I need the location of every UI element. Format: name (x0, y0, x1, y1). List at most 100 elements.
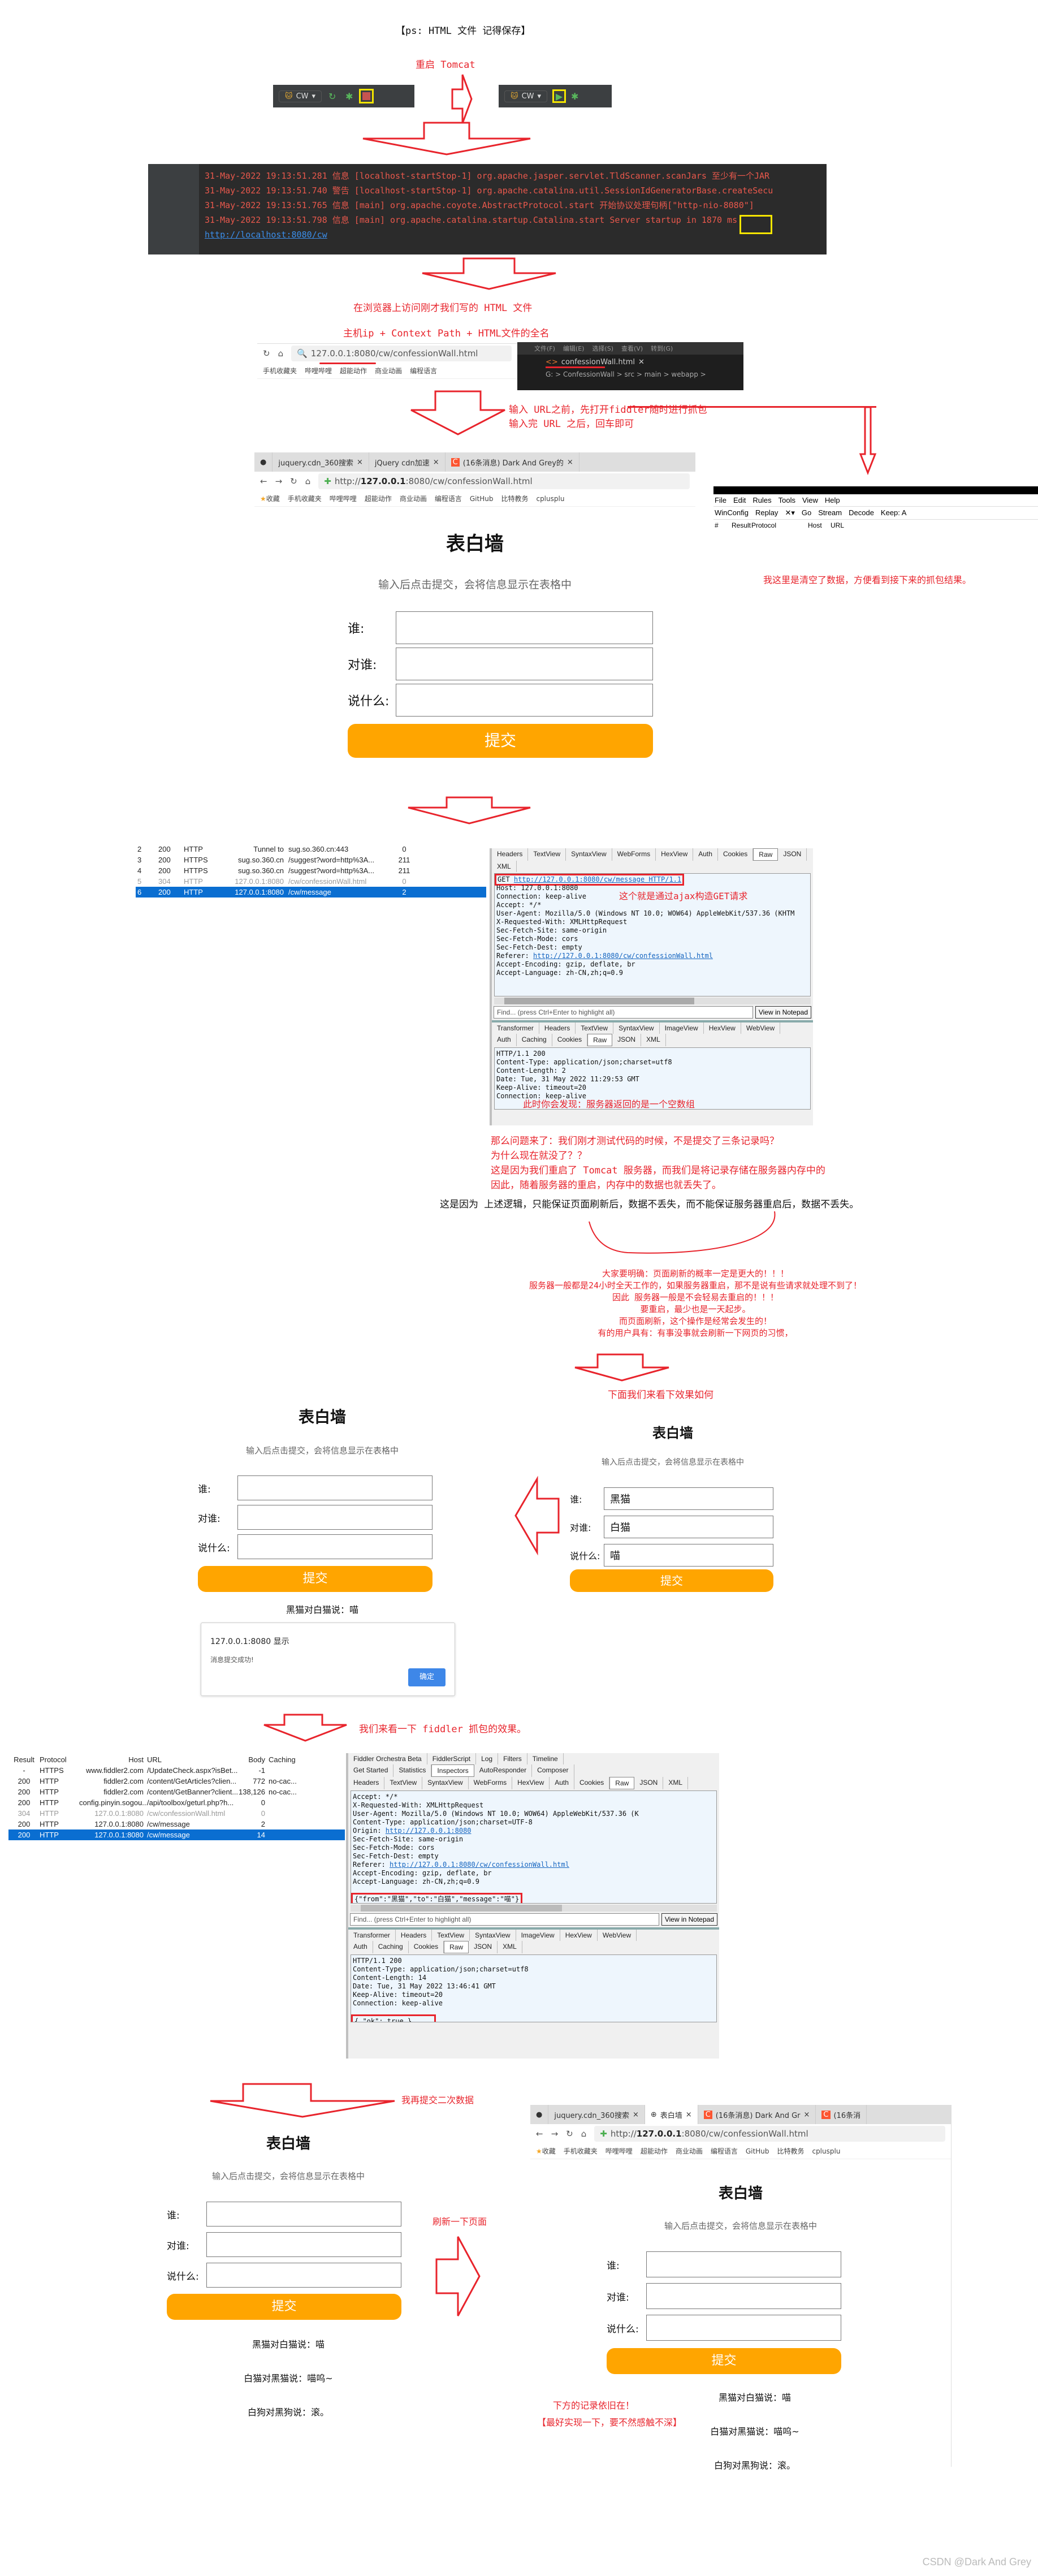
menu-select[interactable]: 选择(S) (592, 344, 613, 353)
tab-xml[interactable]: XML (492, 861, 517, 872)
debug-icon[interactable]: ✱ (345, 91, 356, 102)
submit-button[interactable]: 提交 (570, 1569, 773, 1592)
back-icon[interactable]: ← (536, 2129, 543, 2139)
submit-button[interactable]: 提交 (607, 2348, 841, 2374)
session-row[interactable]: 3 200 HTTPS sug.so.360.cn/suggest?word=http… (136, 855, 486, 865)
message-input[interactable] (206, 2263, 401, 2288)
tab-caching[interactable]: Caching (517, 1034, 552, 1046)
debug-icon[interactable]: ✱ (571, 91, 581, 102)
menu-file[interactable]: 文件(F) (534, 344, 555, 353)
tab-inspectors[interactable]: Inspectors (431, 1764, 474, 1777)
tab-headers[interactable]: Headers (396, 1930, 432, 1941)
close-icon[interactable]: × (804, 2111, 810, 2119)
tab-textview[interactable]: TextView (384, 1777, 423, 1789)
editor-tab[interactable]: <> confessionWall.html ✕ (517, 355, 743, 366)
to-input[interactable] (646, 2283, 841, 2309)
tab-textview[interactable]: TextView (432, 1930, 470, 1941)
menu-file[interactable]: File (715, 496, 726, 504)
tab-caching[interactable]: Caching (373, 1941, 409, 1953)
reload-icon[interactable]: ↻ (328, 91, 339, 102)
bookmark[interactable]: 编程语言 (435, 494, 462, 503)
submit-button[interactable]: 提交 (198, 1566, 432, 1592)
menu-help[interactable]: Help (825, 496, 840, 504)
message-input[interactable] (396, 684, 653, 717)
to-input[interactable] (237, 1505, 432, 1530)
from-input[interactable] (396, 611, 653, 644)
bookmark[interactable]: 超能动作 (641, 2146, 668, 2156)
close-icon[interactable]: × (633, 2111, 639, 2119)
menu-tools[interactable]: Tools (778, 496, 795, 504)
tab-cookies[interactable]: Cookies (718, 848, 754, 861)
tab-webforms[interactable]: WebForms (612, 848, 656, 861)
session-row[interactable]: 200 HTTP 127.0.0.1:8080/cw/message 2 (8, 1819, 345, 1829)
address-bar[interactable]: ✚ http://127.0.0.1:8080/cw/confessionWall… (318, 473, 690, 489)
bookmark[interactable]: 哔哩哔哩 (606, 2146, 633, 2156)
request-url-link[interactable]: http://127.0.0.1:8080/cw/message HTTP/1.… (514, 875, 681, 883)
tab-raw[interactable]: Raw (753, 848, 778, 861)
refresh-icon[interactable]: ↻ (290, 476, 297, 486)
horizontal-scrollbar[interactable] (494, 998, 811, 1004)
tab-fiddler-orchestra-beta[interactable]: Fiddler Orchestra Beta (348, 1753, 427, 1764)
bookmark[interactable]: 商业动画 (375, 366, 402, 376)
to-input[interactable]: 白猫 (604, 1516, 773, 1538)
close-icon[interactable]: × (357, 458, 363, 467)
menu-edit[interactable]: Edit (733, 496, 746, 504)
tab-csdn[interactable]: C (16条消 (816, 2105, 867, 2124)
submit-button[interactable]: 提交 (348, 724, 653, 758)
tab-imageview[interactable]: ImageView (516, 1930, 560, 1941)
close-icon[interactable]: × (567, 458, 573, 467)
keep-select[interactable]: Keep: A (881, 508, 907, 517)
find-input[interactable]: Find... (press Ctrl+Enter to highlight a… (350, 1913, 659, 1926)
tab-jquery[interactable]: jQuery cdn加速 × (369, 452, 446, 472)
bookmark[interactable]: 编程语言 (410, 366, 437, 376)
bookmark[interactable]: 商业动画 (676, 2146, 703, 2156)
tab-raw[interactable]: Raw (444, 1941, 469, 1953)
tab-json[interactable]: JSON (612, 1034, 642, 1046)
tab-webforms[interactable]: WebForms (469, 1777, 513, 1789)
session-row[interactable]: 304 HTTP 127.0.0.1:8080/cw/confessionWall.… (8, 1808, 345, 1819)
tab-hexview[interactable]: HexView (560, 1930, 598, 1941)
bookmark[interactable]: 比特教务 (777, 2146, 804, 2156)
tab-headers[interactable]: Headers (492, 848, 529, 861)
from-input[interactable]: 黑猫 (604, 1487, 773, 1510)
winconfig-button[interactable]: WinConfig (715, 508, 749, 517)
tab-webview[interactable]: WebView (598, 1930, 637, 1941)
tab-auth[interactable]: Auth (550, 1777, 574, 1789)
home-icon[interactable]: ⌂ (305, 476, 311, 486)
tab-search[interactable]: juquery.cdn_360搜索 × (273, 452, 369, 472)
run-config-select[interactable]: 🐱 CW ▾ (504, 90, 548, 102)
menu-rules[interactable]: Rules (752, 496, 771, 504)
horizontal-scrollbar[interactable] (351, 1905, 717, 1911)
find-input[interactable]: Find... (press Ctrl+Enter to highlight a… (494, 1006, 753, 1019)
session-row[interactable]: 200 HTTP fiddler2.com/content/GetBanner?cl… (8, 1787, 345, 1797)
tab-fiddlerscript[interactable]: FiddlerScript (427, 1753, 477, 1764)
bookmark[interactable]: 商业动画 (400, 494, 427, 503)
session-row[interactable]: 5 304 HTTP 127.0.0.1:8080/cw/confessionWall… (136, 876, 486, 887)
tab-auth[interactable]: Auth (693, 848, 718, 861)
session-row[interactable]: 200 HTTP 127.0.0.1:8080/cw/message 14 (8, 1829, 345, 1840)
stream-button[interactable]: Stream (818, 508, 842, 517)
referer-link[interactable]: http://127.0.0.1:8080/cw/confessionWall.… (533, 952, 713, 960)
tab-csdn[interactable]: C (16条消息) Dark And Gr × (698, 2105, 816, 2124)
run-button[interactable]: ▶ (552, 89, 566, 103)
localhost-link[interactable]: http://localhost:8080/cw (205, 227, 773, 242)
tab-textview[interactable]: TextView (576, 1022, 614, 1034)
from-input[interactable] (237, 1475, 432, 1500)
go-button[interactable]: Go (802, 508, 811, 517)
address-bar[interactable]: 🔍 127.0.0.1:8080/cw/confessionWall.html (291, 346, 512, 361)
tab-json[interactable]: JSON (778, 848, 807, 861)
session-row[interactable]: 4 200 HTTPS sug.so.360.cn/suggest?word=http… (136, 865, 486, 876)
alert-ok-button[interactable]: 确定 (408, 1668, 446, 1686)
remove-icon[interactable]: ✕▾ (785, 508, 794, 517)
tab-statistics[interactable]: Statistics (393, 1764, 432, 1777)
submit-button[interactable]: 提交 (167, 2294, 401, 2320)
bookmark[interactable]: 编程语言 (711, 2146, 738, 2156)
tab-syntaxview[interactable]: SyntaxView (566, 848, 612, 861)
bookmark[interactable]: 比特教务 (501, 494, 528, 503)
home-icon[interactable]: ⌂ (581, 2129, 587, 2139)
tab-xml[interactable]: XML (641, 1034, 666, 1046)
bookmark[interactable]: 手机收藏夹 (564, 2146, 598, 2156)
session-row[interactable]: 6 200 HTTP 127.0.0.1:8080/cw/message 2 (136, 887, 486, 897)
tab-get-started[interactable]: Get Started (348, 1764, 394, 1777)
bookmark[interactable]: 哔哩哔哩 (305, 366, 332, 376)
